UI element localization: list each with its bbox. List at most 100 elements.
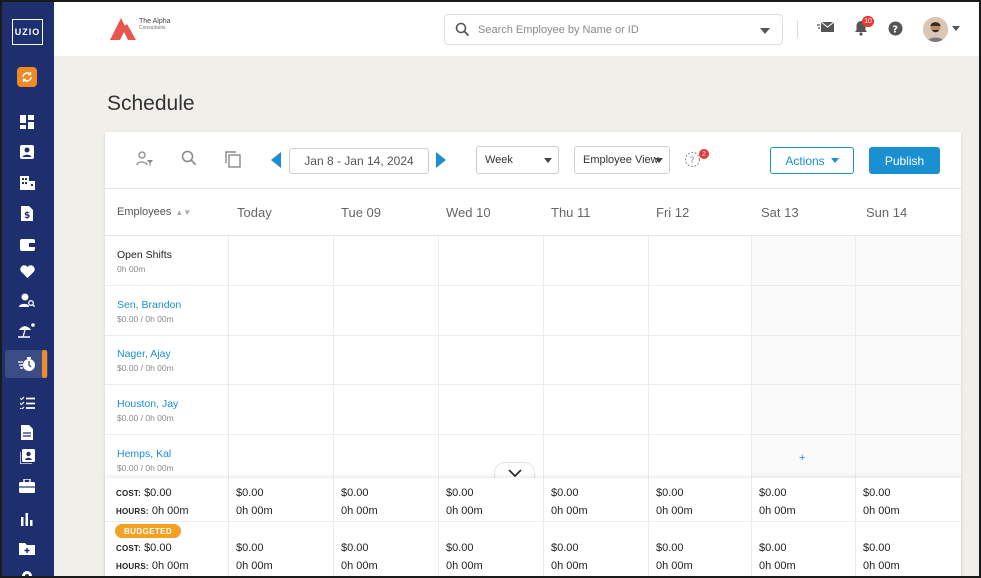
employee-name-link[interactable]: Hemps, Kal [117,448,171,460]
sidebar-active-indicator [42,350,47,378]
row-summary: $0.00 / 0h 00m [117,463,174,473]
add-shift-button[interactable]: + [799,452,805,464]
employee-search[interactable]: Search Employee by Name or ID [444,14,783,45]
total-hours: HOURS: 0h 00m [116,505,189,517]
cost-label: COST: [116,489,141,498]
topbar-divider [797,20,798,38]
page-title: Schedule [107,92,195,115]
question-badge: 2 [699,149,709,159]
help-icon[interactable]: ? [888,21,903,41]
employee-name-link[interactable]: Sen, Brandon [117,299,181,311]
column-divider [438,236,439,478]
settings-gear-icon[interactable] [18,567,36,576]
app-window: UZIO $ The Alpha Consultants Search Empl… [0,0,981,578]
messages-icon[interactable] [817,19,835,40]
beach-vacation-icon[interactable] [18,321,36,339]
day-header-sun: Sun 14 [858,189,961,236]
schedule-card: Jan 8 - Jan 14, 2024 Week Employee View … [105,132,961,576]
day-hours-value: 0h 00m [236,560,273,572]
day-hours-value: 0h 00m [759,560,796,572]
sort-icon[interactable]: ▲▼ [175,208,191,217]
briefcase-icon[interactable] [18,477,36,495]
day-cost-value: $0.00 [236,487,264,499]
chevron-down-icon [655,158,663,163]
column-divider [855,478,856,576]
document-icon[interactable] [18,423,36,441]
user-search-icon[interactable] [18,291,36,309]
employee-name-link[interactable]: Houston, Jay [117,398,178,410]
payroll-doc-icon[interactable]: $ [18,204,36,222]
contact-card-icon[interactable] [18,143,36,161]
day-cost-value: $0.00 [236,542,264,554]
top-bar: The Alpha Consultants Search Employee by… [54,2,979,56]
total-cost: COST: $0.00 [116,487,172,499]
wallet-icon[interactable] [18,235,36,253]
schedule-row: Nager, Ajay $0.00 / 0h 00m [105,335,961,385]
employee-filter-icon[interactable] [136,150,154,172]
bar-chart-icon[interactable] [18,510,36,528]
day-cost-value: $0.00 [446,542,474,554]
period-select-value: Week [485,154,513,166]
copy-icon[interactable] [225,151,241,173]
search-dropdown-chevron-icon[interactable] [760,28,770,34]
brand-tagline: Consultants [139,25,166,31]
view-mode-select[interactable]: Employee View [574,146,670,174]
row-summary: $0.00 / 0h 00m [117,413,174,423]
checklist-icon[interactable] [18,393,36,411]
schedule-row: Houston, Jay $0.00 / 0h 00m [105,385,961,435]
heart-icon[interactable] [18,262,36,280]
employees-header-label: Employees [117,206,172,218]
day-hours-value: 0h 00m [446,560,483,572]
publish-button[interactable]: Publish [869,147,940,174]
avatar-chevron-down-icon[interactable] [952,26,960,31]
day-cost-value: $0.00 [341,542,369,554]
column-divider [333,478,334,576]
column-divider [228,478,229,576]
date-range-picker[interactable]: Jan 8 - Jan 14, 2024 [289,148,429,174]
uzio-logo[interactable]: UZIO [12,19,43,45]
directory-icon[interactable] [18,447,36,465]
column-divider [543,236,544,478]
day-hours-value: 0h 00m [759,505,796,517]
company-brand[interactable]: The Alpha Consultants [110,16,171,40]
column-divider [855,236,856,478]
search-icon[interactable] [181,150,197,171]
summary-divider [105,521,961,522]
timer-schedule-icon[interactable] [18,355,36,373]
building-icon[interactable] [18,174,36,192]
employee-name-link[interactable]: Nager, Ajay [117,348,171,360]
budgeted-cost-value: $0.00 [144,542,172,554]
day-hours-value: 0h 00m [551,505,588,517]
column-divider [648,236,649,478]
schedule-row-open-shifts: Open Shifts 0h 00m [105,236,961,286]
previous-week-arrow-icon[interactable] [271,152,281,168]
day-hours-value: 0h 00m [551,560,588,572]
column-divider [333,236,334,478]
chevron-down-icon [830,158,839,163]
user-avatar[interactable] [923,17,948,42]
row-summary: 0h 00m [117,264,146,274]
day-hours-value: 0h 00m [656,505,693,517]
actions-button[interactable]: Actions [770,147,854,174]
budgeted-hours-value: 0h 00m [151,560,189,572]
add-folder-icon[interactable] [18,539,36,557]
hours-label: HOURS: [116,507,149,516]
row-summary: $0.00 / 0h 00m [117,314,174,324]
search-icon [455,22,470,42]
employees-column-header[interactable]: Employees ▲▼ [105,189,228,236]
refresh-icon[interactable] [17,67,37,87]
column-divider [751,236,752,478]
notification-badge: 10 [862,16,874,27]
day-header-sat: Sat 13 [753,189,858,236]
day-cost-value: $0.00 [551,542,579,554]
day-hours-value: 0h 00m [446,505,483,517]
actions-button-label: Actions [785,153,825,168]
chevron-down-icon [544,158,552,163]
next-week-arrow-icon[interactable] [436,152,446,168]
day-header-wed: Wed 10 [438,189,543,236]
schedule-toolbar: Jan 8 - Jan 14, 2024 Week Employee View … [105,132,961,189]
period-select[interactable]: Week [476,146,559,174]
day-hours-value: 0h 00m [863,505,900,517]
dashboard-icon[interactable] [18,113,36,131]
search-placeholder: Search Employee by Name or ID [478,24,639,36]
